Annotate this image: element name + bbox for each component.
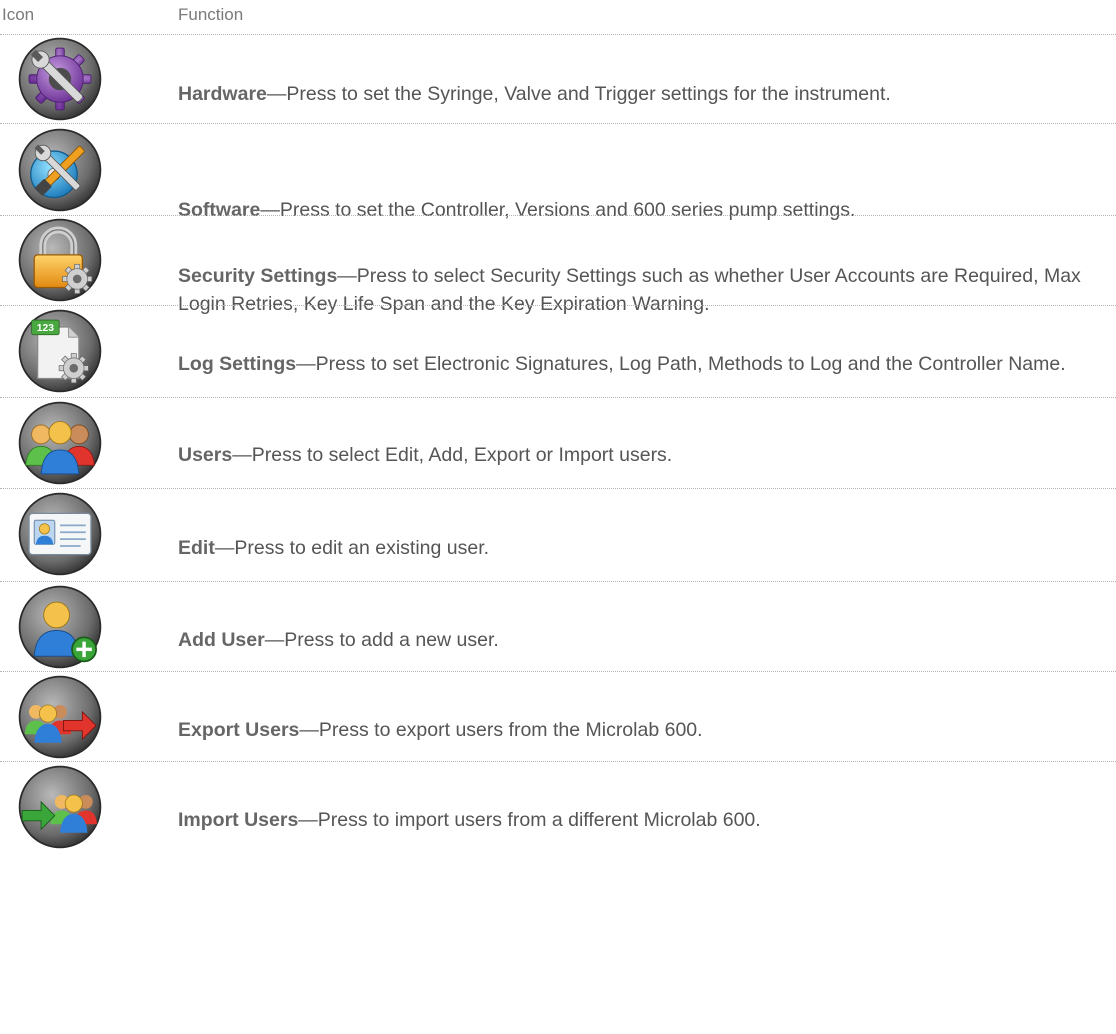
row-term: Edit <box>178 537 215 559</box>
table-row: Edit—Press to edit an existing user. <box>0 488 1116 581</box>
gear-wrench-icon <box>17 36 103 122</box>
row-description: Hardware—Press to set the Syringe, Valve… <box>178 83 891 105</box>
table-row: 123 Log Settings—Press to set Electronic… <box>0 305 1116 397</box>
row-term: Add User <box>178 629 265 651</box>
row-term: Import Users <box>178 809 299 831</box>
table-row: Add User—Press to add a new user. <box>0 581 1116 671</box>
row-description: Users—Press to select Edit, Add, Export … <box>178 444 673 466</box>
row-description: Edit—Press to edit an existing user. <box>178 537 490 559</box>
row-term: Hardware <box>178 83 267 105</box>
log-document-gear-icon: 123 <box>17 308 103 394</box>
row-description: Add User—Press to add a new user. <box>178 629 499 651</box>
table-row: Security Settings—Press to select Securi… <box>0 215 1116 315</box>
padlock-gear-icon <box>17 217 103 303</box>
table-header: Icon Function <box>0 0 1116 34</box>
row-term: Security Settings <box>178 265 338 287</box>
row-description: Export Users—Press to export users from … <box>178 719 703 741</box>
import-users-icon <box>17 764 103 850</box>
table-row: Import Users—Press to import users from … <box>0 761 1116 851</box>
table-row: Users—Press to select Edit, Add, Export … <box>0 397 1116 488</box>
function-column-header: Function <box>178 5 244 24</box>
table-row: Export Users—Press to export users from … <box>0 671 1116 761</box>
table-row: Software—Press to set the Controller, Ve… <box>0 123 1116 221</box>
id-card-icon <box>17 491 103 577</box>
export-users-icon <box>17 674 103 760</box>
disc-wrench-icon <box>17 127 103 213</box>
icon-column-header: Icon <box>2 5 35 24</box>
row-term: Log Settings <box>178 353 297 375</box>
users-group-icon <box>17 400 103 486</box>
log-number-label: 123 <box>37 323 54 334</box>
row-description: Import Users—Press to import users from … <box>178 809 761 831</box>
table-row: Hardware—Press to set the Syringe, Valve… <box>0 34 1116 123</box>
row-term: Export Users <box>178 719 300 741</box>
row-description: Log Settings—Press to set Electronic Sig… <box>178 353 1066 375</box>
add-user-icon <box>17 584 103 670</box>
row-term: Users <box>178 444 233 466</box>
